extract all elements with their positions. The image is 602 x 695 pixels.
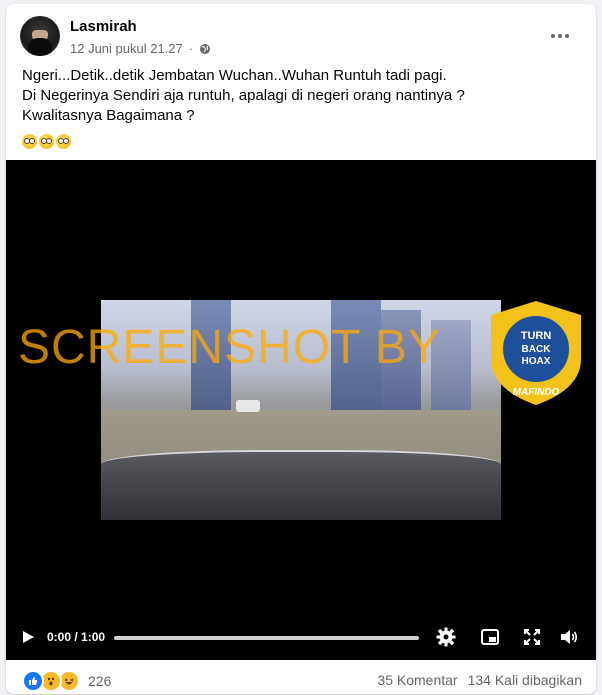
shares-count-link[interactable]: 134 Kali dibagikan xyxy=(468,672,582,688)
dot-separator: · xyxy=(188,41,194,56)
video-controls: 0:00 / 1:00 xyxy=(6,622,596,652)
like-reaction-icon xyxy=(22,670,44,692)
reaction-count: 226 xyxy=(88,673,112,689)
post-header: Lasmirah 12 Juni pukul 21.27 · xyxy=(20,16,580,60)
gear-icon[interactable] xyxy=(436,627,456,647)
haha-face-icon xyxy=(64,678,74,685)
video-progress-bar[interactable] xyxy=(114,636,419,640)
dashboard-shape xyxy=(101,450,501,520)
badge-bottom: MAFINDO xyxy=(513,387,560,398)
more-options-button[interactable] xyxy=(546,26,574,46)
post-stats: 35 Komentar 134 Kali dibagikan xyxy=(377,672,582,688)
author-name[interactable]: Lasmirah xyxy=(70,18,137,35)
post-timestamp[interactable]: 12 Juni pukul 21.27 xyxy=(70,41,183,56)
badge-line1: TURN xyxy=(521,330,552,342)
emoji-row xyxy=(22,134,71,149)
thumbs-up-icon xyxy=(29,677,38,685)
badge-line2: BACK xyxy=(522,344,552,355)
comments-count-link[interactable]: 35 Komentar xyxy=(377,672,457,688)
screenshot-watermark: SCREENSHOT BY xyxy=(18,321,441,374)
avatar[interactable] xyxy=(20,16,60,56)
globe-icon xyxy=(200,43,211,54)
more-dot-icon xyxy=(565,34,569,38)
more-dot-icon xyxy=(558,34,562,38)
flushed-emoji-icon xyxy=(56,134,71,149)
wow-face-icon xyxy=(47,677,55,686)
car-shape xyxy=(236,400,260,412)
post-text-line: Di Negerinya Sendiri aja runtuh, apalagi… xyxy=(22,87,465,104)
more-dot-icon xyxy=(551,34,555,38)
turnbackhoax-badge-icon: TURN BACK HOAX MAFINDO xyxy=(491,301,581,405)
fullscreen-icon[interactable] xyxy=(522,627,542,647)
post-meta: 12 Juni pukul 21.27 · xyxy=(70,41,211,56)
flushed-emoji-icon xyxy=(39,134,54,149)
post-card: Lasmirah 12 Juni pukul 21.27 · Ngeri...D… xyxy=(6,4,596,694)
volume-icon[interactable] xyxy=(559,627,579,647)
picture-in-picture-icon[interactable] xyxy=(480,627,500,647)
video-time: 0:00 / 1:00 xyxy=(47,630,106,644)
post-footer: 226 35 Komentar 134 Kali dibagikan xyxy=(6,666,596,692)
badge-line3: HOAX xyxy=(522,356,551,367)
reactions-summary[interactable]: 226 xyxy=(22,670,111,692)
play-icon[interactable] xyxy=(20,629,36,645)
post-text: Ngeri...Detik..detik Jembatan Wuchan..Wu… xyxy=(22,66,582,126)
post-text-line: Kwalitasnya Bagaimana ? xyxy=(22,107,195,124)
post-text-line: Ngeri...Detik..detik Jembatan Wuchan..Wu… xyxy=(22,67,447,84)
flushed-emoji-icon xyxy=(22,134,37,149)
video-player[interactable]: SCREENSHOT BY TURN BACK HOAX MAFINDO 0:0… xyxy=(6,160,596,660)
avatar-veil xyxy=(28,38,52,56)
